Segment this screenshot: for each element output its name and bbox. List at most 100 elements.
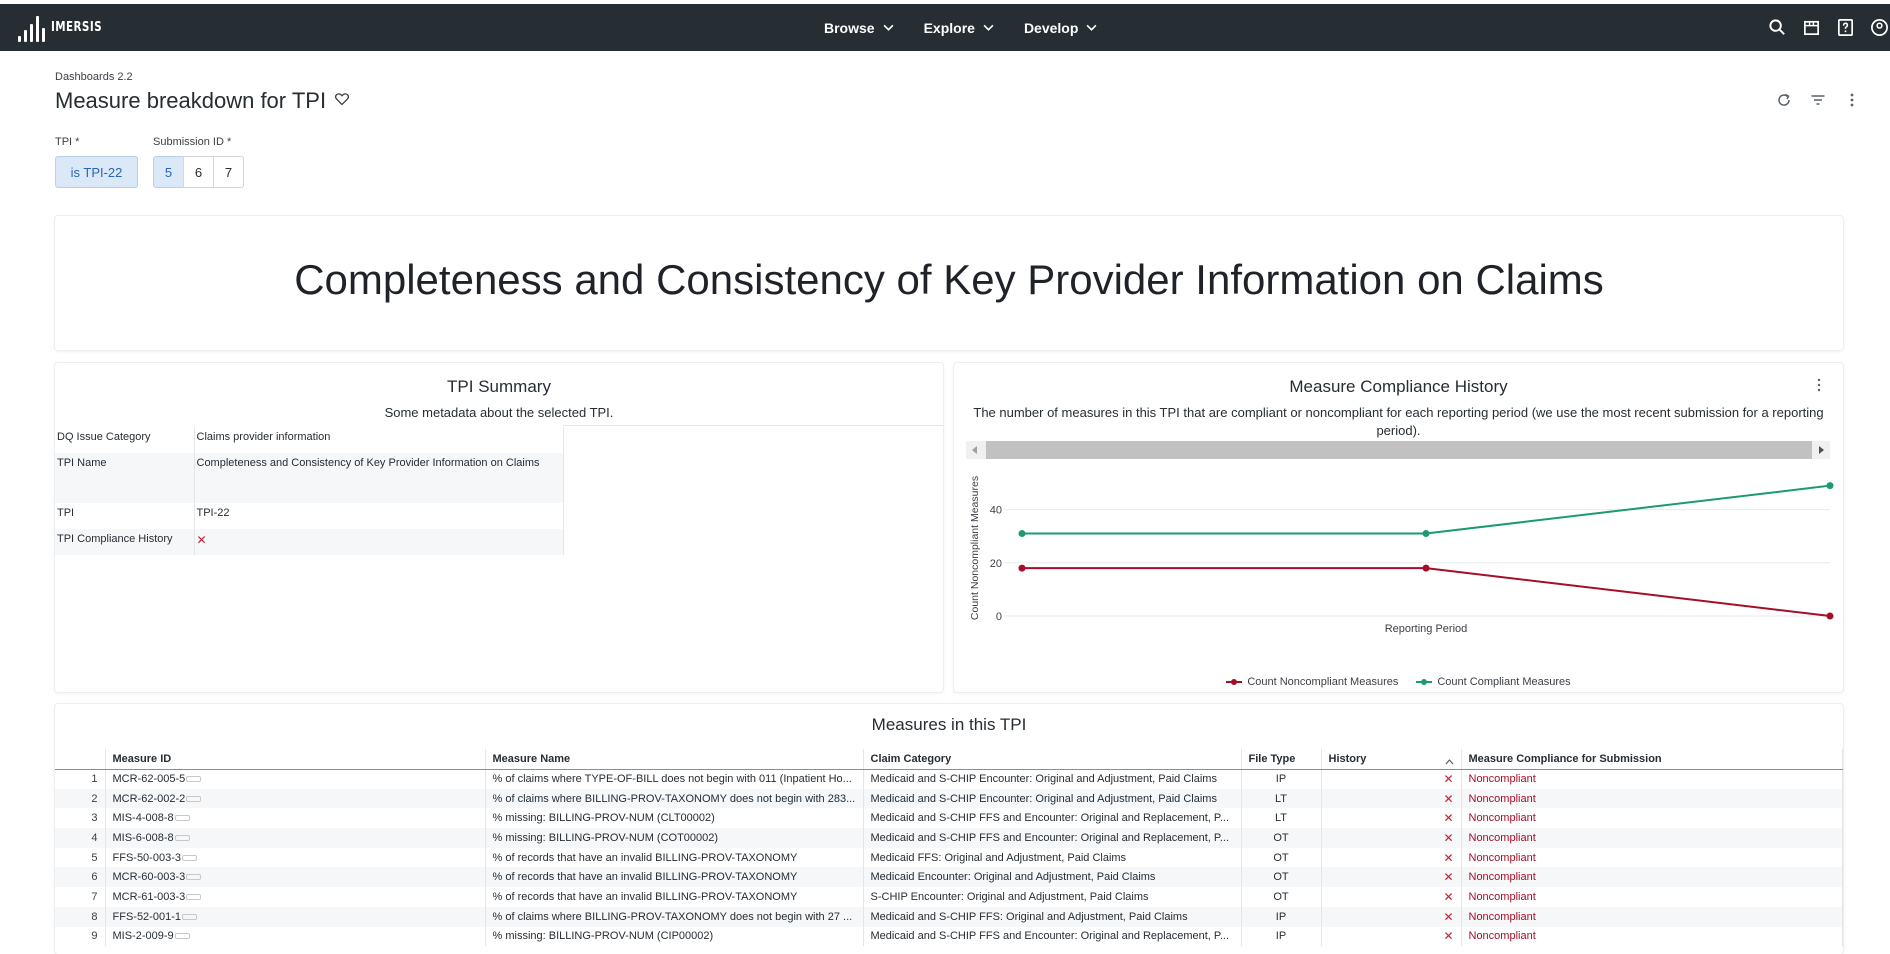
history-cell[interactable]: ✕ (1321, 926, 1462, 947)
legend-noncompliant-marker (1226, 679, 1243, 685)
tpi-filter-label: TPI * (55, 136, 80, 148)
compliance-status-cell: Noncompliant (1461, 808, 1843, 829)
measures-title: Measures in this TPI (871, 715, 1027, 734)
compliance-status-cell: Noncompliant (1461, 847, 1843, 868)
compliance-status-cell: Noncompliant (1461, 887, 1843, 907)
file-type-cell: IP (1241, 769, 1322, 789)
data-point (1018, 530, 1026, 538)
nav-browse[interactable]: Browse (824, 20, 894, 36)
history-cell[interactable]: ✕ (1321, 847, 1462, 868)
help-icon[interactable] (1834, 17, 1856, 39)
measure-id-cell[interactable]: MCR-62-002-2 (105, 788, 486, 809)
card-more-vert-icon[interactable] (1813, 377, 1825, 398)
measures-table: Measure ID Measure Name Claim Category F… (55, 749, 1843, 947)
account-icon[interactable] (1868, 17, 1890, 39)
info-badge-icon[interactable] (186, 874, 202, 881)
info-badge-icon[interactable] (186, 795, 202, 802)
chart-scrollbar[interactable] (966, 441, 1830, 459)
info-badge-icon[interactable] (181, 913, 197, 920)
info-badge-icon[interactable] (174, 815, 190, 822)
row-number: 7 (55, 887, 106, 907)
meta-key: DQ Issue Category (55, 427, 195, 453)
compliance-history-x-icon[interactable]: ✕ (194, 529, 564, 555)
info-badge-icon[interactable] (186, 776, 202, 783)
info-badge-icon[interactable] (186, 894, 202, 901)
claim-category-cell: Medicaid Encounter: Original and Adjustm… (863, 867, 1242, 888)
measure-id-cell[interactable]: FFS-52-001-1 (105, 906, 486, 927)
info-badge-icon[interactable] (181, 854, 197, 861)
row-number: 8 (55, 906, 106, 927)
tpi-summary-card: TPI Summary Some metadata about the sele… (55, 363, 943, 692)
table-row[interactable]: 7 MCR-61-003-3 % of records that have an i… (55, 887, 1843, 907)
meta-key: TPI Compliance History (55, 529, 195, 555)
scroll-left-icon[interactable] (966, 441, 984, 459)
history-cell[interactable]: ✕ (1321, 788, 1462, 809)
submission-option-5[interactable]: 5 (153, 156, 184, 188)
legend-noncompliant[interactable]: Count Noncompliant Measures (1226, 676, 1398, 688)
refresh-icon[interactable] (1776, 92, 1792, 113)
app-logo[interactable]: IMERSIS (18, 12, 115, 42)
col-compliance[interactable]: Measure Compliance for Submission (1461, 749, 1843, 770)
table-row[interactable]: 6 MCR-60-003-3 % of records that have an i… (55, 867, 1843, 888)
history-x-icon[interactable]: ✕ (1443, 811, 1453, 825)
submission-option-7[interactable]: 7 (213, 156, 244, 188)
history-cell[interactable]: ✕ (1321, 867, 1462, 888)
col-history[interactable]: History (1321, 749, 1462, 770)
measure-id-cell[interactable]: MIS-2-009-9 (105, 926, 486, 947)
col-measure-id[interactable]: Measure ID (105, 749, 486, 770)
col-file-type[interactable]: File Type (1241, 749, 1322, 770)
measure-id-cell[interactable]: MCR-60-003-3 (105, 867, 486, 888)
measure-id: MIS-4-008-8 (112, 812, 174, 825)
favorite-heart-icon[interactable] (334, 91, 350, 112)
measure-id-cell[interactable]: MIS-6-008-8 (105, 828, 486, 848)
info-badge-icon[interactable] (174, 933, 190, 940)
filter-icon[interactable] (1810, 92, 1826, 113)
info-badge-icon[interactable] (174, 835, 190, 841)
breadcrumb[interactable]: Dashboards 2.2 (55, 71, 133, 83)
history-x-icon[interactable]: ✕ (1443, 870, 1453, 884)
history-cell[interactable]: ✕ (1321, 828, 1462, 848)
tpi-filter-chip[interactable]: is TPI-22 (55, 156, 138, 188)
history-x-icon[interactable]: ✕ (1443, 831, 1453, 845)
measure-id-cell[interactable]: MIS-4-008-8 (105, 808, 486, 829)
measure-id-cell[interactable]: FFS-50-003-3 (105, 847, 486, 868)
meta-key: TPI Name (55, 453, 195, 503)
history-cell[interactable]: ✕ (1321, 808, 1462, 829)
history-cell[interactable]: ✕ (1321, 906, 1462, 927)
legend-compliant-marker (1416, 679, 1433, 685)
history-x-icon[interactable]: ✕ (1443, 792, 1453, 806)
measure-id-cell[interactable]: MCR-61-003-3 (105, 887, 486, 907)
marketplace-icon[interactable] (1800, 17, 1822, 39)
nav-explore[interactable]: Explore (924, 20, 994, 36)
scroll-right-icon[interactable] (1812, 441, 1830, 459)
chevron-down-icon (983, 24, 994, 31)
col-claim-category[interactable]: Claim Category (863, 749, 1242, 770)
history-cell[interactable]: ✕ (1321, 887, 1462, 907)
history-x-icon[interactable]: ✕ (1443, 772, 1453, 786)
table-row[interactable]: 3 MIS-4-008-8 % missing: BILLING-PROV-NUM … (55, 808, 1843, 829)
history-x-icon[interactable]: ✕ (1443, 910, 1453, 924)
legend-compliant[interactable]: Count Compliant Measures (1416, 676, 1571, 688)
table-row[interactable]: 8 FFS-52-001-1 % of claims where BILLING-P… (55, 906, 1843, 927)
y-tick-label: 20 (990, 558, 1002, 570)
table-row[interactable]: 2 MCR-62-002-2 % of claims where BILLING-P… (55, 788, 1843, 809)
search-icon[interactable] (1766, 17, 1788, 39)
history-x-icon[interactable]: ✕ (1443, 890, 1453, 904)
table-row[interactable]: 5 FFS-50-003-3 % of records that have an i… (55, 847, 1843, 868)
measure-id-cell[interactable]: MCR-62-005-5 (105, 769, 486, 789)
scroll-thumb[interactable] (986, 441, 1812, 459)
col-measure-name[interactable]: Measure Name (485, 749, 864, 770)
measure-id: MCR-61-003-3 (112, 890, 186, 903)
table-row[interactable]: 4 MIS-6-008-8 % missing: BILLING-PROV-NUM … (55, 828, 1843, 848)
history-x-icon[interactable]: ✕ (1443, 929, 1453, 943)
submission-option-6[interactable]: 6 (183, 156, 214, 188)
sort-up-icon[interactable] (1445, 758, 1454, 765)
nav-develop[interactable]: Develop (1024, 20, 1097, 36)
history-cell[interactable]: ✕ (1321, 769, 1462, 789)
table-row[interactable]: 9 MIS-2-009-9 % missing: BILLING-PROV-NUM … (55, 926, 1843, 947)
file-type-cell: IP (1241, 906, 1322, 927)
legend-noncompliant-label: Count Noncompliant Measures (1247, 676, 1399, 688)
history-x-icon[interactable]: ✕ (1443, 851, 1453, 865)
table-row[interactable]: 1 MCR-62-005-5 % of claims where TYPE-OF-B… (55, 769, 1843, 789)
more-vert-icon[interactable] (1844, 92, 1860, 113)
